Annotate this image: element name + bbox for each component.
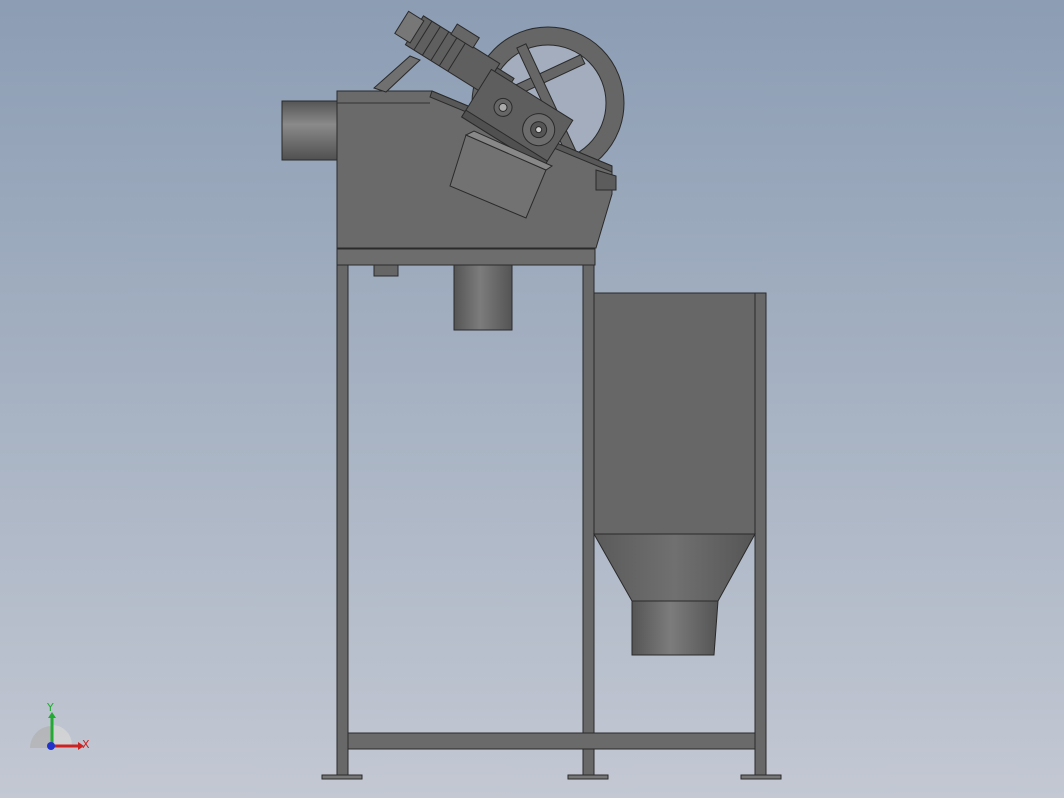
foot-plate-middle	[567, 774, 609, 780]
foot-plate-right	[740, 774, 782, 780]
inlet-pipe	[281, 100, 339, 161]
frame-leg-middle	[582, 264, 595, 777]
coordinate-triad-icon	[30, 712, 84, 750]
triad-y-label: Y	[46, 701, 54, 714]
triad-x-label: X	[82, 738, 90, 751]
frame-leg-left	[336, 264, 349, 777]
frame-cross-beam	[347, 732, 756, 750]
frame-leg-right	[754, 292, 767, 777]
foot-plate-left	[321, 774, 363, 780]
cad-viewport[interactable]: X Y	[0, 0, 1064, 798]
machine-drawing: X Y	[30, 10, 782, 780]
hopper-cone	[593, 533, 756, 602]
discharge-pipe	[453, 264, 513, 331]
frame-top-plate	[336, 248, 596, 266]
hopper-outlet	[631, 600, 719, 656]
collection-hopper	[593, 292, 756, 535]
